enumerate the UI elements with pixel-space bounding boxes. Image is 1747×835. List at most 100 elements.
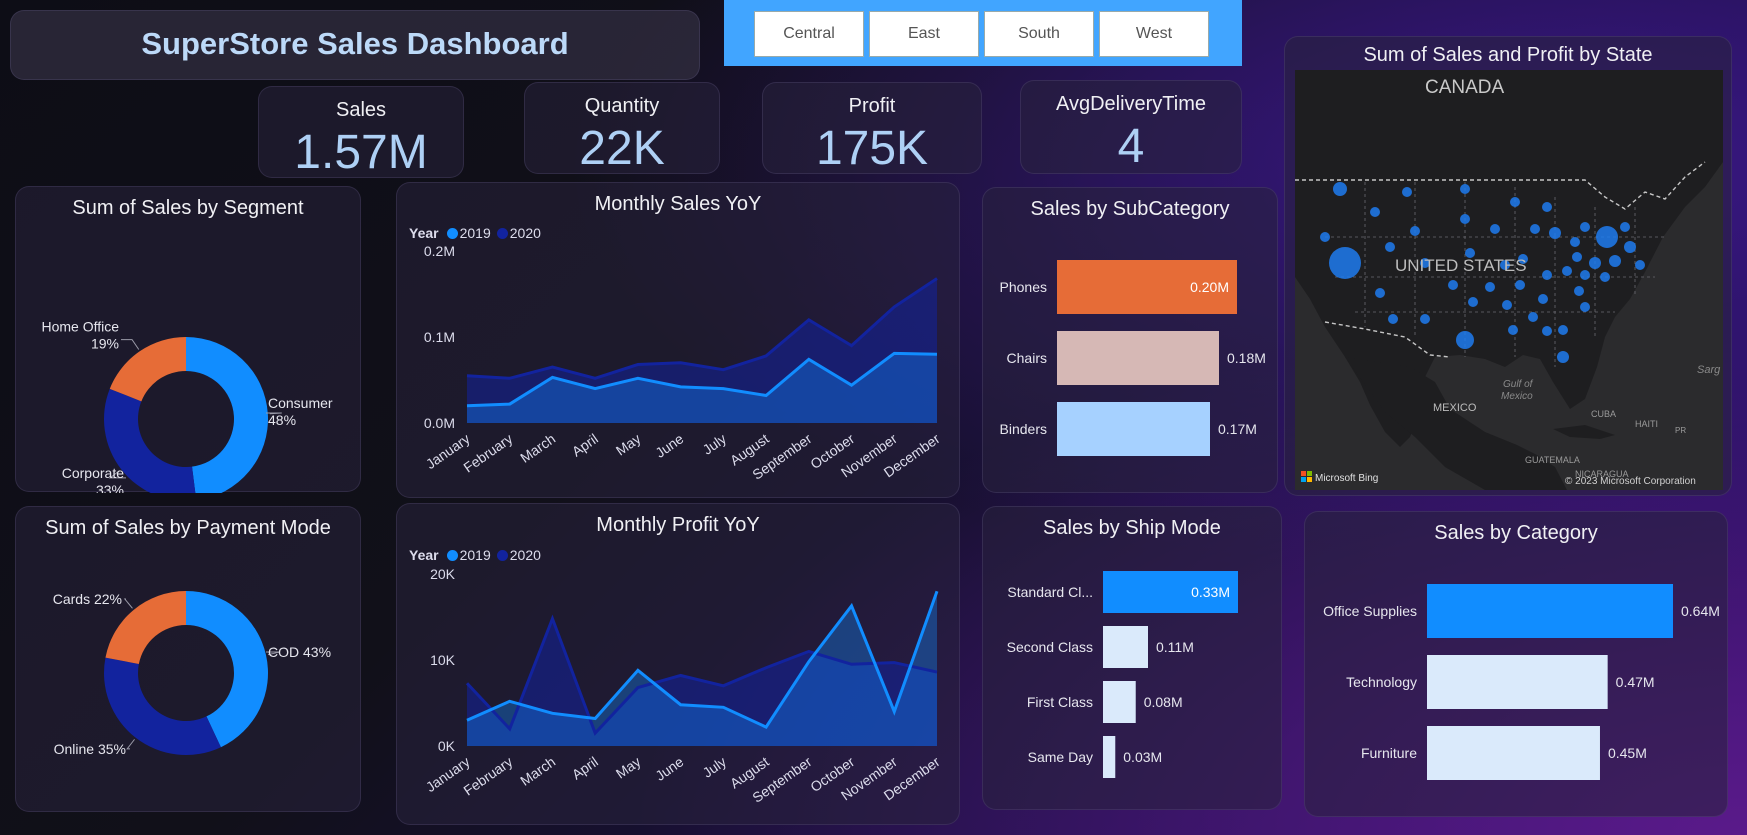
- x-tick-label: March: [517, 753, 558, 788]
- kpi-card-profit: Profit 175K: [762, 82, 982, 175]
- bar-category-label: Technology: [1346, 674, 1417, 690]
- slice-label: 48%: [268, 412, 296, 428]
- profit-yoy-card: Monthly Profit YoY Year 2019 2020 0K 10K 20K…: [396, 503, 960, 825]
- kpi-value: 175K: [815, 122, 929, 175]
- map-label-gulf: Gulf of: [1503, 379, 1534, 390]
- bar[interactable]: [1103, 681, 1136, 723]
- kpi-label: AvgDeliveryTime: [1055, 93, 1207, 115]
- map-label-gulf-2: Mexico: [1501, 391, 1533, 402]
- x-tick-label: February: [460, 753, 515, 798]
- y-tick-label: 0.1M: [424, 329, 455, 345]
- slice-label: 19%: [91, 336, 119, 352]
- bar-value-label: 0.64M: [1681, 603, 1720, 619]
- profit-area-chart[interactable]: 0K10K20KJanuaryFebruary March April May June…: [397, 504, 961, 826]
- kpi-label: Sales: [335, 99, 387, 121]
- y-tick-label: 0.0M: [424, 415, 455, 431]
- slice-leader-line: [121, 339, 140, 350]
- kpi-card-sales: Sales 1.57M: [258, 86, 464, 179]
- x-tick-label: March: [517, 430, 558, 465]
- bar-category-label: Standard Cl...: [1007, 584, 1093, 600]
- region-button-west[interactable]: West: [1099, 11, 1209, 57]
- bar-category-label: Phones: [1000, 279, 1047, 295]
- bar[interactable]: [1103, 626, 1148, 668]
- map-label-sargasso: Sarg: [1697, 364, 1721, 376]
- bar-category-label: Chairs: [1007, 350, 1047, 366]
- kpi-card-avg-delivery-time: AvgDeliveryTime 4: [1020, 80, 1242, 174]
- map-label-mexico: MEXICO: [1433, 402, 1477, 414]
- payment-donut-chart[interactable]: COD 43% Online 35% Cards 22%: [16, 507, 362, 813]
- bar-value-label: 0.11M: [1156, 639, 1194, 655]
- region-button-east[interactable]: East: [869, 11, 979, 57]
- x-tick-label: July: [700, 753, 730, 780]
- y-tick-label: 0.2M: [424, 243, 455, 259]
- x-tick-label: April: [569, 430, 601, 459]
- donut-slice-home-office[interactable]: [109, 337, 186, 402]
- x-tick-label: May: [613, 753, 644, 781]
- y-tick-label: 20K: [430, 566, 456, 582]
- map-label-cuba: CUBA: [1591, 409, 1616, 419]
- bar-category-label: Second Class: [1007, 639, 1093, 655]
- subcategory-chart-card: Sales by SubCategory Phones 0.20M Chairs 0.…: [982, 187, 1278, 493]
- kpi-label: Profit: [848, 95, 896, 117]
- bar[interactable]: [1057, 331, 1219, 385]
- subcategory-bar-chart[interactable]: Phones 0.20M Chairs 0.18M Binders 0.17M: [983, 188, 1279, 494]
- x-tick-label: April: [569, 753, 601, 782]
- bar-value-label: 0.18M: [1227, 350, 1266, 366]
- map-card: Sum of Sales and Profit by State CANADA …: [1284, 36, 1732, 496]
- bar[interactable]: [1427, 726, 1600, 780]
- bar-category-label: Furniture: [1361, 745, 1417, 761]
- bar-value-label: 0.20M: [1190, 279, 1229, 295]
- slice-label: COD 43%: [268, 644, 331, 660]
- bar[interactable]: [1427, 584, 1673, 638]
- x-tick-label: May: [613, 430, 644, 458]
- bar-value-label: 0.03M: [1123, 749, 1162, 765]
- sales-area-chart[interactable]: 0.0M0.1M0.2MJanuaryFebruary March April May…: [397, 183, 961, 499]
- slice-label: Cards 22%: [53, 591, 122, 607]
- bar-value-label: 0.17M: [1218, 421, 1257, 437]
- kpi-card-quantity: Quantity 22K: [524, 82, 720, 175]
- slice-label: Corporate: [62, 465, 124, 481]
- kpi-value: 22K: [579, 122, 665, 175]
- bar-category-label: Binders: [1000, 421, 1047, 437]
- bar-value-label: 0.45M: [1608, 745, 1647, 761]
- region-slicer: Central East South West: [724, 0, 1242, 66]
- segment-donut-chart[interactable]: Consumer48% Corporate33% Home Office19%: [16, 187, 362, 493]
- slice-leader-line: [126, 739, 135, 750]
- kpi-value: 1.57M: [294, 126, 428, 179]
- title-card: SuperStore Sales Dashboard: [10, 10, 700, 80]
- bar[interactable]: [1427, 655, 1608, 709]
- x-tick-label: June: [652, 753, 686, 784]
- map-label-united-states: UNITED STATES: [1395, 256, 1527, 275]
- kpi-value: 4: [1117, 120, 1145, 173]
- map-label-haiti: HAITI: [1635, 419, 1658, 429]
- shipmode-chart-card: Sales by Ship Mode Standard Cl... 0.33M Se…: [982, 506, 1282, 810]
- x-tick-label: July: [700, 430, 730, 457]
- x-tick-label: June: [652, 430, 686, 461]
- slice-leader-line: [123, 598, 133, 609]
- category-chart-card: Sales by Category Office Supplies 0.64M Te…: [1304, 511, 1728, 817]
- payment-chart-card: Sum of Sales by Payment Mode COD 43% Onli…: [15, 506, 361, 812]
- slice-label: 33%: [96, 482, 124, 493]
- map-label-canada: CANADA: [1425, 77, 1505, 98]
- region-button-south[interactable]: South: [984, 11, 1094, 57]
- bar[interactable]: [1103, 736, 1116, 778]
- donut-slice-consumer[interactable]: [186, 337, 268, 493]
- kpi-label: Quantity: [584, 95, 660, 117]
- map-copyright: © 2023 Microsoft Corporation: [1565, 476, 1696, 487]
- bar-category-label: Same Day: [1028, 749, 1093, 765]
- state-bubble-map[interactable]: CANADA UNITED STATES MEXICO Gulf of Mexi…: [1285, 37, 1733, 497]
- map-label-pr: PR: [1675, 426, 1686, 435]
- dashboard-title: SuperStore Sales Dashboard: [141, 26, 569, 61]
- x-tick-label: February: [460, 430, 515, 475]
- bar-value-label: 0.47M: [1616, 674, 1655, 690]
- category-bar-chart[interactable]: Office Supplies 0.64M Technology 0.47M Furni…: [1305, 512, 1729, 818]
- slice-label: Home Office: [41, 319, 119, 335]
- slice-label: Online 35%: [54, 741, 126, 757]
- bing-label: Microsoft Bing: [1315, 473, 1378, 484]
- bar[interactable]: [1057, 402, 1210, 456]
- bar-category-label: First Class: [1027, 694, 1093, 710]
- shipmode-bar-chart[interactable]: Standard Cl... 0.33M Second Class 0.11M Firs…: [983, 507, 1283, 811]
- map-label-guatemala: GUATEMALA: [1525, 455, 1580, 465]
- region-button-central[interactable]: Central: [754, 11, 864, 57]
- bar-value-label: 0.33M: [1191, 584, 1230, 600]
